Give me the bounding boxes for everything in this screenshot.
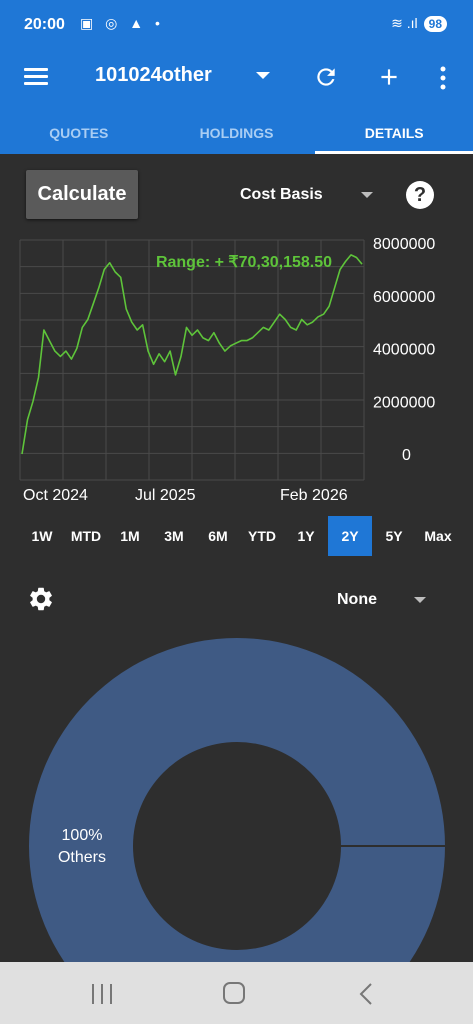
donut-hole bbox=[133, 742, 341, 950]
range-2y-button[interactable]: 2Y bbox=[328, 516, 372, 556]
system-icons: ≋ .ıl 98 bbox=[391, 15, 447, 32]
battery-icon: 98 bbox=[423, 15, 447, 32]
range-selector: 1W MTD 1M 3M 6M YTD 1Y 2Y 5Y Max bbox=[20, 516, 460, 556]
tab-quotes[interactable]: QUOTES bbox=[0, 104, 158, 154]
y-tick-label: 4000000 bbox=[373, 342, 435, 359]
slice-percent-label: 100% bbox=[62, 827, 103, 844]
app-bar: 101024other bbox=[0, 50, 473, 104]
y-tick-label: 6000000 bbox=[373, 289, 435, 306]
caret-down-icon[interactable] bbox=[361, 192, 373, 198]
gear-icon[interactable] bbox=[27, 585, 55, 613]
range-annotation: Range: + ₹70,30,158.50 bbox=[156, 254, 332, 271]
x-tick-label: Feb 2026 bbox=[280, 487, 348, 504]
x-tick-label: Jul 2025 bbox=[135, 487, 196, 504]
tab-holdings[interactable]: HOLDINGS bbox=[158, 104, 316, 154]
y-tick-label: 0 bbox=[402, 447, 411, 464]
range-max-button[interactable]: Max bbox=[416, 516, 460, 556]
more-vert-icon[interactable] bbox=[438, 66, 448, 90]
basis-dropdown[interactable]: Cost Basis bbox=[240, 186, 323, 204]
tab-bar: QUOTES HOLDINGS DETAILS bbox=[0, 104, 473, 154]
range-1w-button[interactable]: 1W bbox=[20, 516, 64, 556]
tab-details[interactable]: DETAILS bbox=[315, 104, 473, 154]
performance-chart[interactable]: 8000000 6000000 4000000 2000000 0 Oct 2024 Jul… bbox=[0, 230, 473, 510]
signal-icon: ≋ .ıl bbox=[391, 15, 418, 31]
menu-icon[interactable] bbox=[24, 68, 48, 86]
calculate-button[interactable]: Calculate bbox=[26, 170, 138, 219]
y-tick-label: 8000000 bbox=[373, 236, 435, 253]
range-mtd-button[interactable]: MTD bbox=[64, 516, 108, 556]
group-by-dropdown[interactable]: None bbox=[337, 591, 377, 609]
portfolio-title[interactable]: 101024other bbox=[95, 64, 212, 87]
status-time: 20:00 bbox=[24, 16, 65, 33]
caret-down-icon[interactable] bbox=[414, 597, 426, 603]
recents-icon[interactable] bbox=[91, 984, 113, 1004]
back-icon[interactable] bbox=[359, 982, 373, 1006]
range-3m-button[interactable]: 3M bbox=[152, 516, 196, 556]
status-bar: 20:00 ▣ ◎ ▲ • ≋ .ıl 98 bbox=[0, 0, 473, 50]
range-1y-button[interactable]: 1Y bbox=[284, 516, 328, 556]
refresh-icon[interactable] bbox=[313, 64, 339, 90]
range-ytd-button[interactable]: YTD bbox=[240, 516, 284, 556]
add-icon[interactable] bbox=[376, 64, 402, 90]
help-icon[interactable]: ? bbox=[406, 181, 434, 209]
range-6m-button[interactable]: 6M bbox=[196, 516, 240, 556]
y-tick-label: 2000000 bbox=[373, 394, 435, 411]
notification-icons: ▣ ◎ ▲ • bbox=[80, 15, 164, 31]
range-5y-button[interactable]: 5Y bbox=[372, 516, 416, 556]
system-nav-bar bbox=[0, 962, 473, 1024]
allocation-donut-chart[interactable]: 100% Others bbox=[0, 630, 473, 962]
home-icon[interactable] bbox=[223, 982, 245, 1004]
slice-name-label: Others bbox=[58, 849, 106, 866]
caret-down-icon[interactable] bbox=[256, 72, 270, 79]
x-tick-label: Oct 2024 bbox=[23, 487, 88, 504]
range-1m-button[interactable]: 1M bbox=[108, 516, 152, 556]
